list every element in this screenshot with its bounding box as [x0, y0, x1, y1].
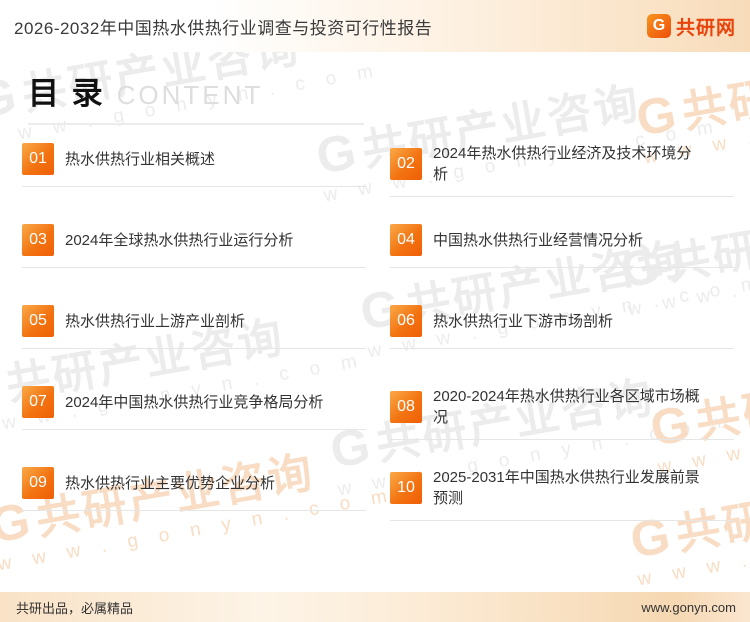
toc-item-08[interactable]: 08 2020-2024年热水供热行业各区域市场概况: [390, 386, 734, 440]
toc-list: 01 热水供热行业相关概述 02 2024年热水供热行业经济及技术环境分析 03…: [22, 143, 734, 522]
toc-item-number-badge: 07: [22, 386, 54, 418]
toc-head: 目 录 CONTENT: [0, 52, 750, 113]
toc-content: 目 录 CONTENT 01 热水供热行业相关概述 02 2024年热水供热行业经…: [0, 52, 750, 522]
toc-item-title: 热水供热行业下游市场剖析: [433, 312, 614, 330]
toc-item-05[interactable]: 05 热水供热行业上游产业剖析: [22, 305, 366, 349]
toc-item-number-badge: 10: [390, 472, 422, 504]
footer-url[interactable]: www.gonyn.com: [641, 600, 736, 615]
footer-bar: 共研出品，必属精品 www.gonyn.com: [0, 592, 750, 622]
toc-heading-divider: [28, 123, 364, 125]
toc-item-title: 中国热水供热行业经营情况分析: [433, 231, 644, 249]
toc-item-title: 热水供热行业相关概述: [65, 150, 216, 168]
toc-item-title: 热水供热行业上游产业剖析: [65, 312, 246, 330]
toc-heading: 目 录: [28, 76, 105, 111]
toc-item-title: 2020-2024年热水供热行业各区域市场概况: [433, 388, 700, 426]
toc-item-09[interactable]: 09 热水供热行业主要优势企业分析: [22, 467, 366, 511]
toc-item-01[interactable]: 01 热水供热行业相关概述: [22, 143, 366, 187]
toc-item-number-badge: 04: [390, 224, 422, 256]
toc-heading-en: CONTENT: [116, 80, 264, 110]
report-toc-page: G共研产业咨询 w w w . g o n y n . c o m G共研产业咨…: [0, 0, 750, 622]
toc-item-04[interactable]: 04 中国热水供热行业经营情况分析: [390, 224, 734, 268]
toc-item-07[interactable]: 07 2024年中国热水供热行业竞争格局分析: [22, 386, 366, 430]
toc-item-number-badge: 06: [390, 305, 422, 337]
toc-item-title: 2025-2031年中国热水供热行业发展前景预测: [433, 469, 700, 507]
toc-item-number-badge: 08: [390, 391, 422, 423]
toc-item-03[interactable]: 03 2024年全球热水供热行业运行分析: [22, 224, 366, 268]
logo-brand-text: 共研网: [675, 17, 736, 39]
toc-item-title: 2024年热水供热行业经济及技术环境分析: [433, 145, 692, 183]
toc-item-number-badge: 09: [22, 467, 54, 499]
toc-item-number-badge: 05: [22, 305, 54, 337]
report-title: 2026-2032年中国热水供热行业调查与投资可行性报告: [14, 18, 433, 38]
toc-item-02[interactable]: 02 2024年热水供热行业经济及技术环境分析: [390, 143, 734, 197]
toc-item-number-badge: 03: [22, 224, 54, 256]
toc-item-title: 2024年全球热水供热行业运行分析: [65, 231, 294, 249]
toc-item-number-badge: 01: [22, 143, 54, 175]
toc-item-06[interactable]: 06 热水供热行业下游市场剖析: [390, 305, 734, 349]
toc-item-title: 2024年中国热水供热行业竞争格局分析: [65, 393, 324, 411]
header-bar: 2026-2032年中国热水供热行业调查与投资可行性报告 G 共研网: [0, 0, 750, 52]
toc-item-10[interactable]: 10 2025-2031年中国热水供热行业发展前景预测: [390, 467, 734, 521]
footer-slogan: 共研出品，必属精品: [16, 600, 134, 616]
toc-item-title: 热水供热行业主要优势企业分析: [65, 474, 276, 492]
gonyn-logo[interactable]: G 共研网: [646, 13, 750, 40]
logo-g-icon: G: [646, 14, 671, 38]
toc-item-number-badge: 02: [390, 148, 422, 180]
